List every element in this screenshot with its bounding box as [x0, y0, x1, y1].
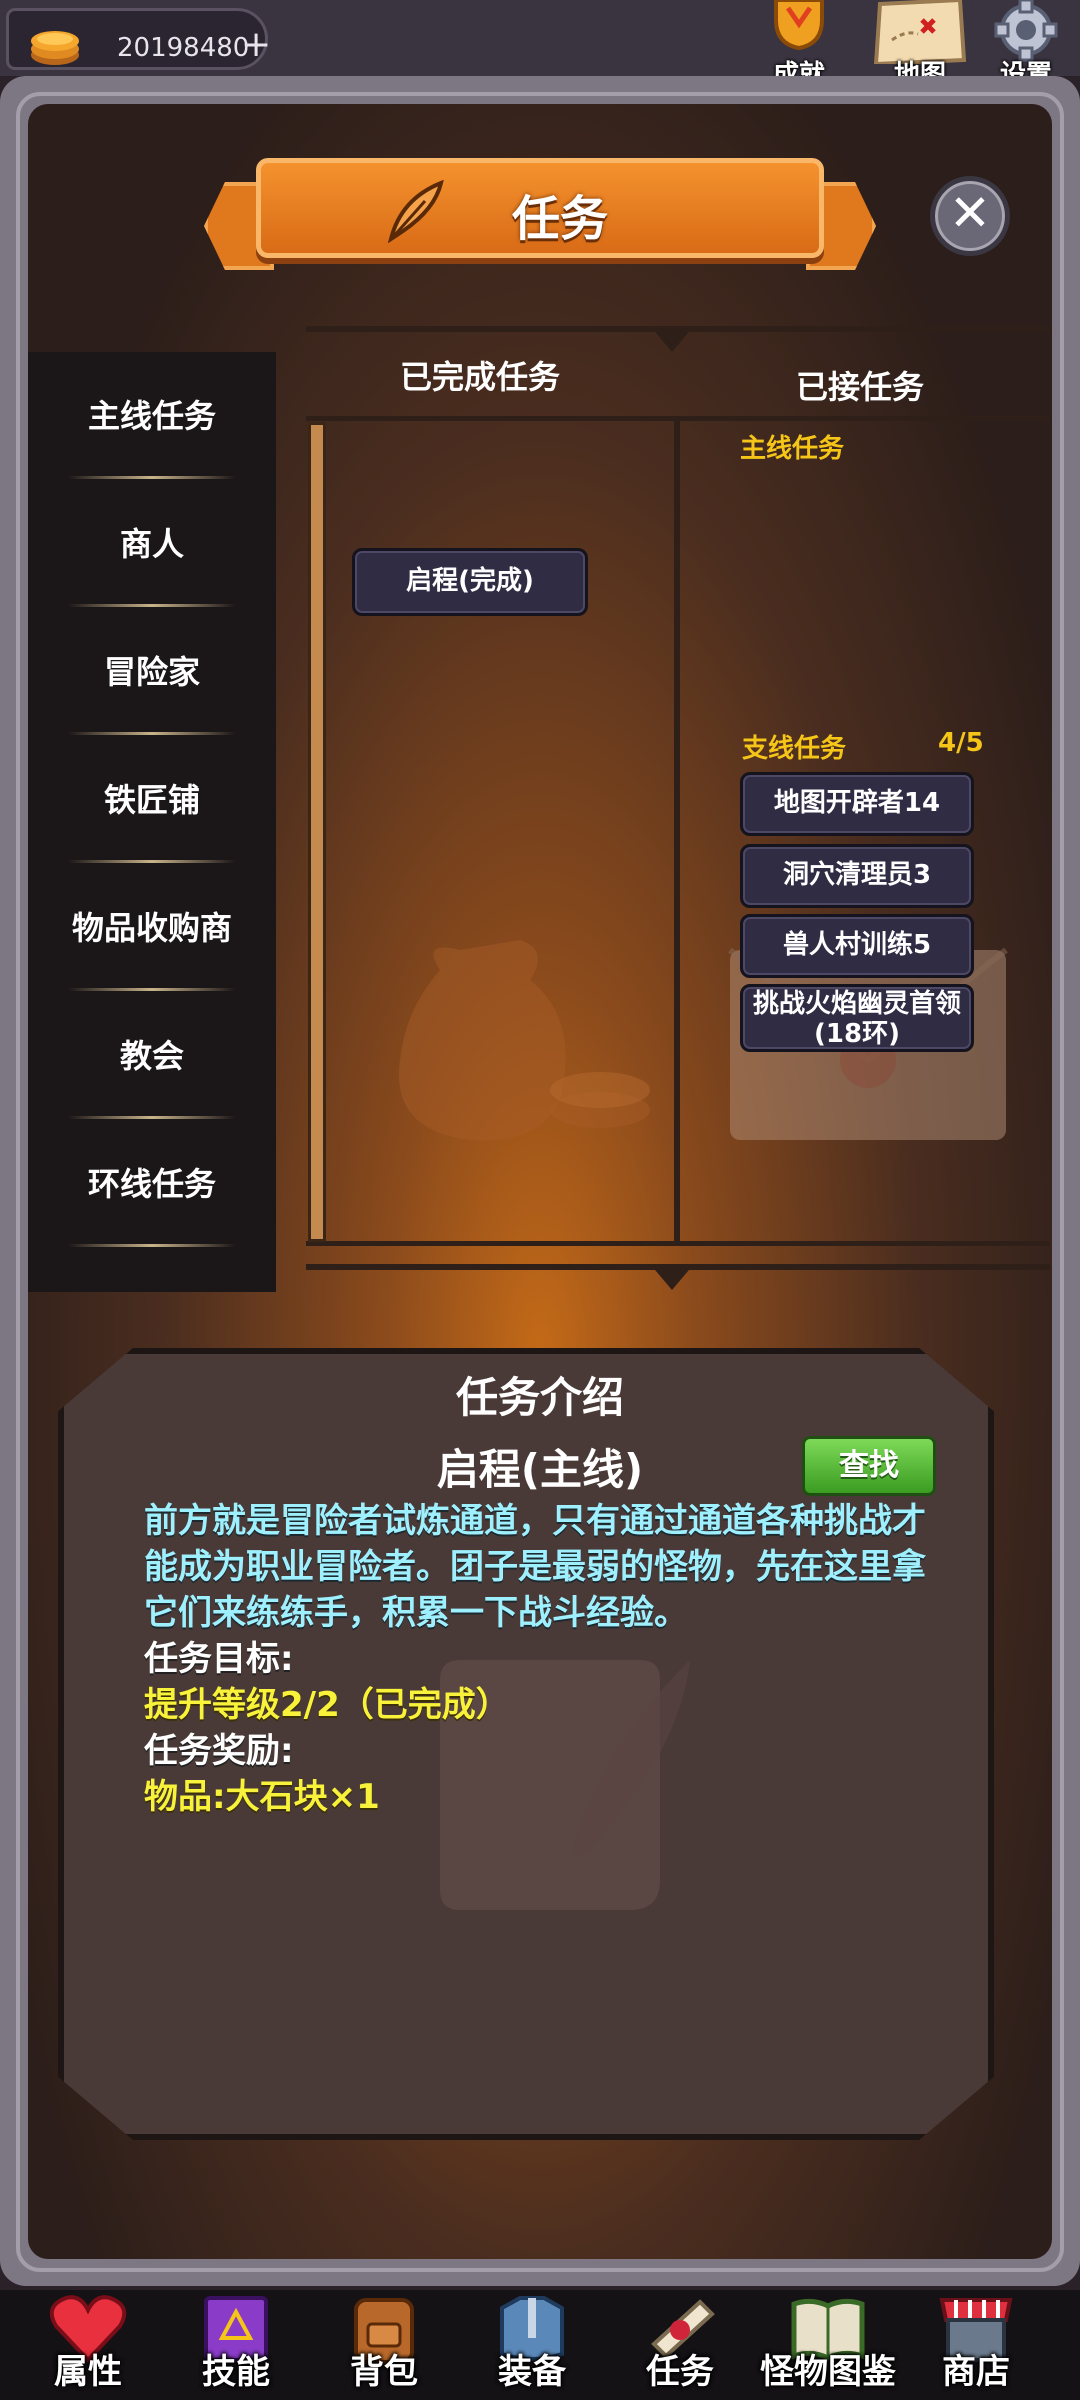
menu-divider — [68, 1244, 236, 1247]
side-quest-subheading: 支线任务 — [742, 734, 847, 764]
nav-label: 属性 — [54, 2352, 122, 2392]
coin-amount: 20198480 — [117, 33, 250, 63]
intro-task-name: 启程(主线) — [436, 1445, 644, 1494]
trophy-icon — [774, 0, 824, 51]
task-reward-label: 任务奖励: — [144, 1731, 294, 1771]
completed-tasks-heading: 已完成任务 — [399, 358, 560, 396]
close-button[interactable]: ✕ — [930, 176, 1010, 256]
nav-label: 背包 — [350, 2352, 418, 2392]
menu-divider — [68, 604, 236, 607]
menu-item-church[interactable]: 教会 — [28, 992, 276, 1120]
menu-item-item-buyer[interactable]: 物品收购商 — [28, 864, 276, 992]
coin-counter[interactable]: 20198480 + — [6, 8, 271, 70]
menu-item-blacksmith[interactable]: 铁匠铺 — [28, 736, 276, 864]
task-goal-value: 提升等级2/2（已完成） — [144, 1685, 510, 1725]
map-button[interactable]: 地图 — [872, 0, 967, 90]
accepted-tasks-heading: 已接任务 — [795, 368, 924, 406]
menu-divider — [68, 476, 236, 479]
menu-item-loop-quest[interactable]: 环线任务 — [28, 1120, 276, 1248]
nav-label: 商店 — [942, 2352, 1010, 2392]
side-quest-count: 4/5 — [938, 728, 984, 758]
top-bar: 20198480 + 成就 地图 设置 — [0, 0, 1080, 90]
completed-task-item[interactable]: 启程(完成) — [352, 548, 588, 616]
nav-label: 任务 — [646, 2352, 714, 2392]
nav-shop[interactable]: 商店 — [906, 2290, 1046, 2400]
separator-arrow — [650, 1264, 694, 1290]
nav-skills[interactable]: 技能 — [166, 2290, 306, 2400]
nav-attributes[interactable]: 属性 — [18, 2290, 158, 2400]
title-banner: 任务 — [256, 158, 824, 258]
completed-scrollbar[interactable] — [308, 422, 326, 1242]
side-task-item[interactable]: 挑战火焰幽灵首领(18环) — [740, 984, 974, 1052]
close-icon: ✕ — [949, 184, 991, 242]
column-divider — [674, 420, 680, 1246]
main-quest-subheading: 主线任务 — [740, 434, 845, 464]
nav-equipment[interactable]: 装备 — [462, 2290, 602, 2400]
achievement-button[interactable]: 成就 — [754, 0, 844, 90]
settings-button[interactable]: 设置 — [982, 0, 1072, 90]
nav-label: 技能 — [202, 2352, 270, 2392]
menu-divider — [68, 1116, 236, 1119]
menu-item-merchant[interactable]: 商人 — [28, 480, 276, 608]
nav-label: 怪物图鉴 — [760, 2352, 896, 2392]
category-menu: 主线任务 商人 冒险家 铁匠铺 物品收购商 教会 环线任务 — [28, 352, 276, 1292]
separator-arrow — [650, 326, 694, 352]
panel-title: 任务 — [511, 191, 608, 247]
add-coins-button[interactable]: + — [241, 25, 271, 65]
menu-divider — [68, 860, 236, 863]
menu-divider — [68, 732, 236, 735]
nav-label: 装备 — [498, 2352, 566, 2392]
side-task-item[interactable]: 兽人村训练5 — [740, 914, 974, 978]
side-task-item[interactable]: 洞穴清理员3 — [740, 844, 974, 908]
nav-monster-book[interactable]: 怪物图鉴 — [758, 2290, 898, 2400]
menu-divider — [68, 988, 236, 991]
menu-item-main-quest[interactable]: 主线任务 — [28, 352, 276, 480]
menu-item-adventurer[interactable]: 冒险家 — [28, 608, 276, 736]
intro-body: 前方就是冒险者试炼通道，只有通过通道各种挑战才能成为职业冒险者。团子是最弱的怪物… — [144, 1498, 934, 1820]
nav-quests[interactable]: 任务 — [610, 2290, 750, 2400]
coin-stack-icon — [31, 31, 79, 65]
task-description: 前方就是冒险者试炼通道，只有通过通道各种挑战才能成为职业冒险者。团子是最弱的怪物… — [144, 1501, 926, 1633]
side-task-item[interactable]: 地图开辟者14 — [740, 772, 974, 836]
find-button[interactable]: 查找 — [802, 1436, 936, 1496]
intro-heading: 任务介绍 — [455, 1373, 624, 1422]
bottom-nav: 属性 技能 背包 装备 任务 怪物图鉴 商店 — [0, 2290, 1080, 2400]
task-reward-value: 物品:大石块×1 — [144, 1777, 380, 1817]
task-goal-label: 任务目标: — [144, 1639, 294, 1679]
nav-backpack[interactable]: 背包 — [314, 2290, 454, 2400]
